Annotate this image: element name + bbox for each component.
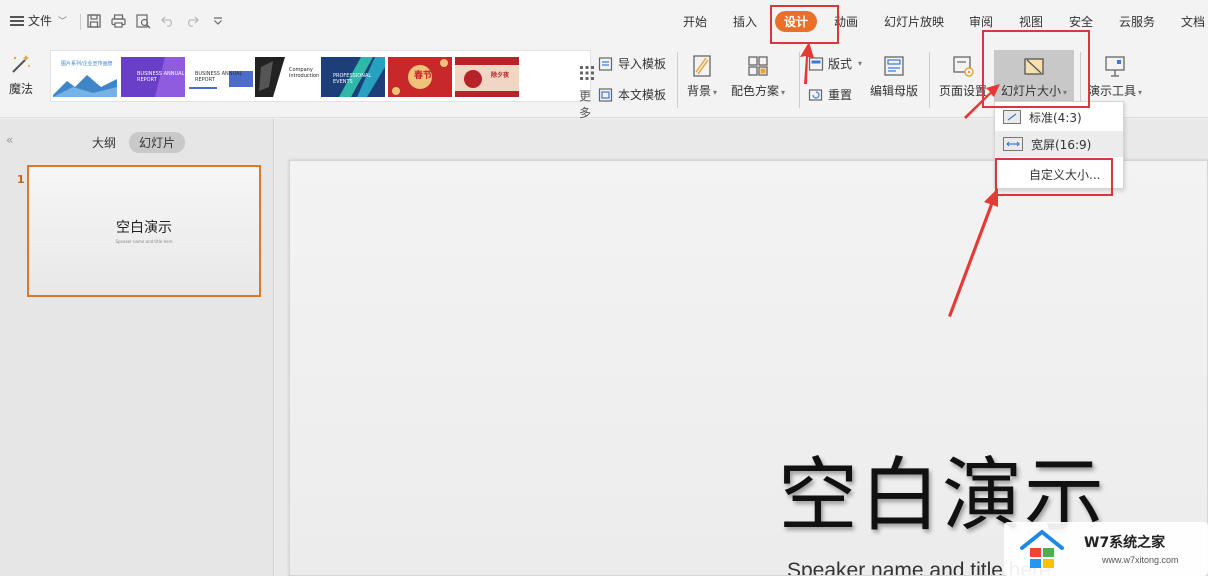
tab-view[interactable]: 视图 — [1019, 13, 1043, 30]
design-thumb-text: 除夕夜 — [491, 72, 510, 79]
watermark-brand: W7系统之家 — [1084, 535, 1166, 551]
divider — [799, 52, 800, 108]
magic-wand-icon — [9, 52, 33, 76]
presentation-tools-icon — [1103, 54, 1127, 78]
print-preview-icon[interactable] — [135, 13, 151, 29]
magic-label: 魔法 — [9, 82, 34, 96]
tab-documents[interactable]: 文档 — [1181, 13, 1205, 30]
grid-icon — [579, 65, 595, 81]
design-thumb-7[interactable]: 除夕夜 — [455, 57, 519, 97]
page-setup-icon — [951, 54, 975, 78]
menu-item-label: 标准(4:3) — [1029, 110, 1082, 125]
hamburger-icon — [10, 15, 24, 26]
page-setup-button[interactable]: 页面设置 — [939, 54, 987, 99]
redo-icon[interactable] — [184, 13, 200, 29]
design-thumb-text: BUSINESS ANNUAL REPORT — [137, 71, 185, 83]
presentation-tools-button[interactable]: 演示工具 ▾ — [1088, 54, 1142, 99]
tab-security[interactable]: 安全 — [1069, 13, 1093, 30]
highlight-design-tab — [770, 5, 839, 44]
slide-navigation-pane: « 大纲 幻灯片 1 空白演示 Speaker name and title h… — [0, 119, 274, 576]
design-thumb-text: BUSINESS ANNUAL REPORT — [195, 71, 243, 83]
tab-cloud-service[interactable]: 云服务 — [1119, 13, 1155, 30]
edit-master-button[interactable]: 编辑母版 — [870, 54, 918, 99]
design-thumb-text: 图片系列/企业宣传画册 — [61, 61, 113, 67]
page-setup-label: 页面设置 — [939, 84, 988, 98]
edit-master-label: 编辑母版 — [870, 84, 919, 98]
reset-label: 重置 — [828, 88, 853, 102]
magic-button[interactable]: 魔法 — [9, 52, 33, 97]
undo-icon[interactable] — [160, 13, 176, 29]
import-template-button[interactable]: 导入模板 — [598, 55, 666, 72]
divider — [929, 52, 930, 108]
edit-master-icon — [882, 54, 906, 78]
reset-icon — [808, 87, 824, 103]
design-thumb-2[interactable]: BUSINESS ANNUAL REPORT — [121, 57, 185, 97]
background-icon — [690, 54, 714, 78]
design-thumb-1[interactable]: 图片系列/企业宣传画册 — [53, 57, 117, 97]
save-icon[interactable] — [86, 13, 102, 29]
tab-slideshow[interactable]: 幻灯片放映 — [884, 13, 944, 30]
house-logo-icon — [1018, 528, 1066, 572]
layout-button[interactable]: 版式 ▾ — [808, 55, 862, 72]
background-label: 背景 ▾ — [687, 84, 718, 98]
reset-button[interactable]: 重置 — [808, 86, 852, 103]
highlight-custom-size-item — [995, 158, 1113, 196]
presentation-tools-label: 演示工具 ▾ — [1088, 84, 1143, 98]
highlight-slide-size-button — [982, 30, 1090, 108]
layout-icon — [808, 56, 824, 72]
standard-ratio-icon — [1003, 110, 1021, 124]
widescreen-ratio-icon — [1003, 137, 1023, 151]
text-template-icon — [598, 87, 614, 103]
design-thumb-3[interactable]: BUSINESS ANNUAL REPORT — [189, 57, 253, 97]
slide-canvas[interactable]: 空白演示 Speaker name and title here — [289, 160, 1208, 576]
chevron-down-icon: ﹀ — [58, 17, 68, 27]
slide-thumbnail-title: 空白演示 — [116, 220, 172, 236]
file-menu-label: 文件 — [28, 14, 53, 28]
layout-label: 版式 — [828, 57, 853, 71]
slide-thumbnail-subtitle: Speaker name and title here — [115, 239, 173, 244]
import-template-label: 导入模板 — [618, 57, 667, 71]
watermark-url: www.w7xitong.com — [1102, 555, 1179, 565]
tab-outline[interactable]: 大纲 — [92, 134, 116, 151]
chevron-down-icon: ▾ — [858, 59, 863, 68]
file-menu-button[interactable]: 文件 ﹀ — [10, 12, 67, 29]
slide-number: 1 — [17, 173, 25, 186]
design-thumb-4[interactable]: Company introduction — [255, 57, 319, 97]
text-template-button[interactable]: 本文模板 — [598, 86, 666, 103]
collapse-pane-icon[interactable]: « — [6, 133, 13, 147]
customize-quick-access-icon[interactable] — [210, 13, 226, 29]
tab-home[interactable]: 开始 — [683, 13, 707, 30]
color-scheme-button[interactable]: 配色方案 ▾ — [731, 54, 785, 99]
background-button[interactable]: 背景 ▾ — [687, 54, 717, 99]
text-template-label: 本文模板 — [618, 88, 667, 102]
design-thumb-5[interactable]: PROFESSIONAL EVENTS — [321, 57, 385, 97]
color-scheme-label: 配色方案 ▾ — [731, 84, 786, 98]
import-template-icon — [598, 56, 614, 72]
pane-tabs: « 大纲 幻灯片 — [0, 131, 274, 155]
color-scheme-icon — [746, 54, 770, 78]
slide-thumbnail[interactable]: 空白演示 Speaker name and title here — [27, 165, 261, 297]
divider — [677, 52, 678, 108]
design-thumb-text: Company introduction — [289, 67, 319, 79]
menu-item-widescreen[interactable]: 宽屏(16:9) — [995, 131, 1123, 157]
divider — [80, 14, 81, 30]
design-thumb-text: PROFESSIONAL EVENTS — [333, 73, 372, 85]
design-template-gallery: 图片系列/企业宣传画册 BUSINESS ANNUAL REPORT BUSIN… — [50, 50, 594, 154]
tab-review[interactable]: 审阅 — [969, 13, 993, 30]
menu-item-label: 宽屏(16:9) — [1031, 137, 1092, 152]
tab-slides[interactable]: 幻灯片 — [129, 132, 186, 153]
tab-insert[interactable]: 插入 — [733, 13, 757, 30]
watermark-logo: W7系统之家 www.w7xitong.com — [1004, 522, 1208, 576]
design-thumb-text: 春节 — [414, 71, 433, 81]
print-icon[interactable] — [110, 13, 126, 29]
design-thumb-6[interactable]: 春节 — [388, 57, 452, 97]
